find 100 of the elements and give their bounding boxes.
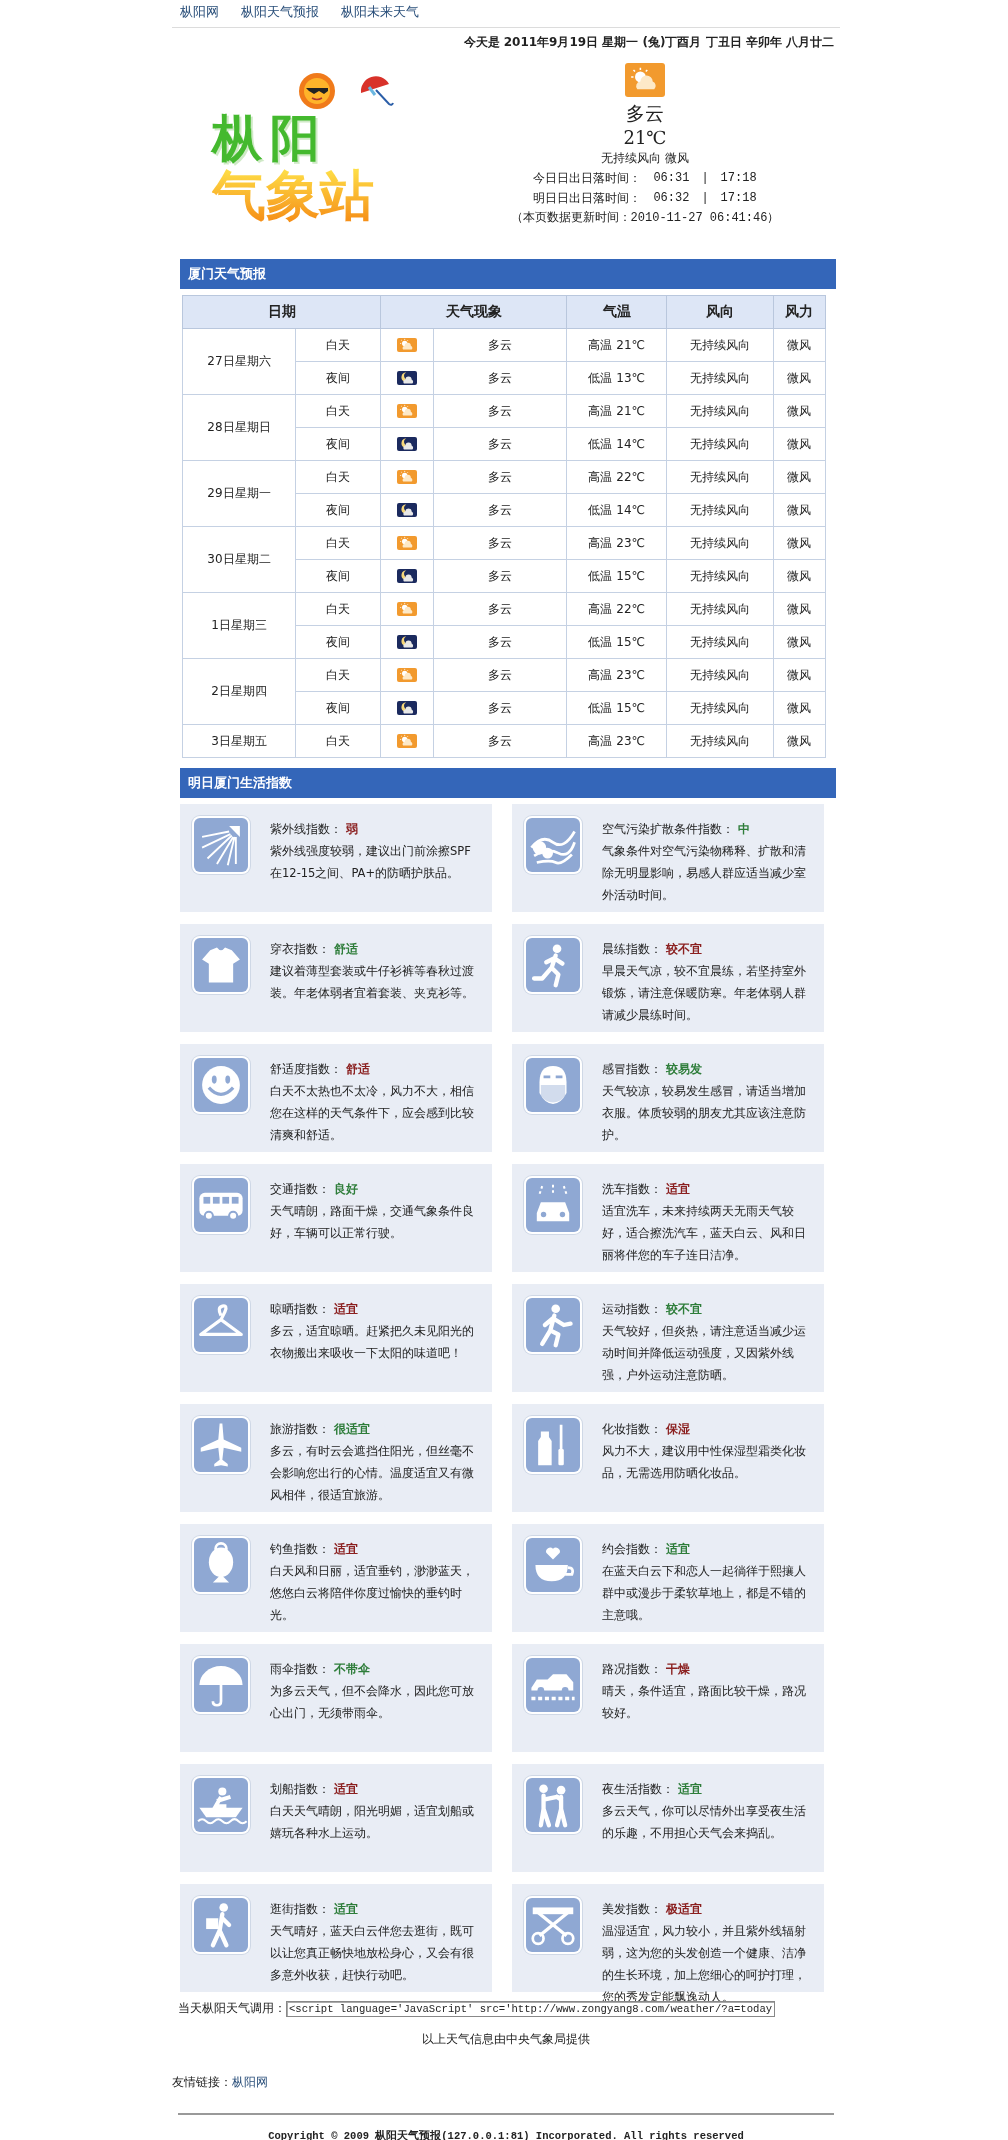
nav-link[interactable]: 枞阳网 (180, 4, 219, 21)
smiley-icon (194, 1058, 248, 1112)
sun-cloud-icon (397, 734, 417, 749)
index-description: 白天不太热也不太冷，风力不大，相信您在这样的天气条件下，应会感到比较清爽和舒适。 (270, 1083, 475, 1144)
sunrise-time: 06:31 (653, 170, 690, 187)
section-header: 厦门天气预报 (180, 259, 836, 289)
index-description: 早晨天气凉，较不宜晨练，若坚持室外锻炼，请注意保暖防寒。年老体弱人群请减少晨练时间。 (602, 963, 807, 1024)
wind-direction-cell: 无持续风向 (666, 691, 774, 725)
index-label: 化妆指数： (602, 1421, 662, 1438)
index-value: 适宜 (666, 1181, 690, 1198)
cosmetics-icon (526, 1418, 580, 1472)
column-header: 风力 (773, 295, 826, 329)
index-value: 适宜 (334, 1541, 358, 1558)
index-description: 气象条件对空气污染物稀释、扩散和清除无明显影响，易感人群应适当减少室外活动时间。 (602, 843, 807, 904)
period-cell: 夜间 (295, 361, 381, 395)
wind-force-cell: 微风 (773, 427, 826, 461)
wind-direction-cell: 无持续风向 (666, 526, 774, 560)
nav-link[interactable]: 枞阳未来天气 (341, 4, 419, 21)
index-description: 风力不大，建议用中性保湿型霜类化妆品，无需选用防晒化妆品。 (602, 1443, 807, 1482)
nav-link[interactable]: 枞阳天气预报 (241, 4, 319, 21)
moon-cloud-icon (397, 635, 417, 650)
period-cell: 白天 (295, 328, 381, 362)
wind-force-cell: 微风 (773, 625, 826, 659)
index-value: 极适宜 (666, 1901, 702, 1918)
temperature-cell: 低温 13℃ (566, 361, 667, 395)
date-cell: 3日星期五 (182, 724, 296, 758)
condition-cell: 多云 (433, 394, 567, 428)
sun-sunglasses-icon (297, 71, 337, 111)
wind-force-cell: 微风 (773, 559, 826, 593)
wind-direction-cell: 无持续风向 (666, 361, 774, 395)
wind-direction-cell: 无持续风向 (666, 724, 774, 758)
index-label: 舒适度指数： (270, 1061, 342, 1078)
bus-icon (194, 1178, 248, 1232)
period-cell: 夜间 (295, 625, 381, 659)
wind-force-cell: 微风 (773, 328, 826, 362)
index-description: 建议着薄型套装或牛仔衫裤等春秋过渡装。年老体弱者宜着套装、夹克衫等。 (270, 963, 475, 1002)
condition-cell: 多云 (433, 361, 567, 395)
index-value: 适宜 (334, 1301, 358, 1318)
date-cell: 27日星期六 (182, 328, 296, 395)
index-value: 干燥 (666, 1661, 690, 1678)
index-value: 适宜 (678, 1781, 702, 1798)
face-mask-icon (526, 1058, 580, 1112)
period-cell: 白天 (295, 460, 381, 494)
index-value: 适宜 (334, 1901, 358, 1918)
index-value: 适宜 (334, 1781, 358, 1798)
index-value: 保湿 (666, 1421, 690, 1438)
wind-direction-cell: 无持续风向 (666, 493, 774, 527)
temperature-cell: 高温 21℃ (566, 394, 667, 428)
wind-direction-cell: 无持续风向 (666, 460, 774, 494)
moon-cloud-icon (397, 569, 417, 584)
condition-cell: 多云 (433, 625, 567, 659)
wind-force-cell: 微风 (773, 361, 826, 395)
sun-cloud-icon (625, 63, 665, 97)
separator: | (701, 170, 709, 187)
temperature-cell: 低温 15℃ (566, 625, 667, 659)
section-header: 明日厦门生活指数 (180, 768, 836, 798)
index-description: 多云，适宜晾晒。赶紧把久未见阳光的衣物搬出来吸收一下太阳的味道吧！ (270, 1323, 475, 1362)
umbrella-icon (194, 1658, 248, 1712)
index-label: 晾晒指数： (270, 1301, 330, 1318)
index-label: 钓鱼指数： (270, 1541, 330, 1558)
condition-cell: 多云 (433, 526, 567, 560)
moon-cloud-icon (397, 371, 417, 386)
index-description: 天气较好，但炎热，请注意适当减少运动时间并降低运动强度，又因紫外线强，户外运动注意防晒。 (602, 1323, 807, 1384)
wind-force-cell: 微风 (773, 526, 826, 560)
wind-icon (526, 818, 580, 872)
index-description: 白天天气晴朗，阳光明媚，适宜划船或嬉玩各种水上运动。 (270, 1803, 475, 1842)
condition-cell: 多云 (433, 691, 567, 725)
column-header: 风向 (666, 295, 774, 329)
car-icon (526, 1658, 580, 1712)
wind-force-cell: 微风 (773, 592, 826, 626)
sun-times-label: 明日日出日落时间： (533, 190, 642, 207)
sun-cloud-icon (397, 602, 417, 617)
wind-direction-cell: 无持续风向 (666, 394, 774, 428)
embed-label: 当天枞阳天气调用： (178, 2000, 286, 2017)
condition-cell: 多云 (433, 559, 567, 593)
wind-force-cell: 微风 (773, 493, 826, 527)
rowing-boat-icon (194, 1778, 248, 1832)
moon-cloud-icon (397, 701, 417, 716)
sunrise-time: 06:32 (653, 190, 690, 207)
source-note: 以上天气信息由中央气象局提供 (421, 2031, 591, 2048)
index-value: 很适宜 (334, 1421, 370, 1438)
index-description: 为多云天气，但不会降水，因此您可放心出门，无须带雨伞。 (270, 1683, 475, 1722)
wind-direction-cell: 无持续风向 (666, 427, 774, 461)
index-value: 良好 (334, 1181, 358, 1198)
wind-direction-cell: 无持续风向 (666, 328, 774, 362)
temperature-cell: 低温 14℃ (566, 493, 667, 527)
moon-cloud-icon (397, 503, 417, 518)
car-wash-icon (526, 1178, 580, 1232)
index-description: 天气晴好，蓝天白云伴您去逛街，既可以让您真正畅快地放松身心，又会有很多意外收获，赶快行动吧。 (270, 1923, 475, 1984)
date-cell: 30日星期二 (182, 526, 296, 593)
index-value: 不带伞 (334, 1661, 370, 1678)
period-cell: 夜间 (295, 493, 381, 527)
hanger-icon (194, 1298, 248, 1352)
temperature-cell: 高温 23℃ (566, 526, 667, 560)
column-header: 天气现象 (380, 295, 567, 329)
update-time: （本页数据更新时间：2010-11-27 06:41:46） (510, 210, 780, 227)
temperature-cell: 低温 15℃ (566, 559, 667, 593)
friend-link[interactable]: 枞阳网 (232, 2074, 268, 2091)
index-description: 在蓝天白云下和恋人一起徜徉于熙攘人群中或漫步于柔软草地上，都是不错的主意哦。 (602, 1563, 807, 1624)
condition-cell: 多云 (433, 592, 567, 626)
